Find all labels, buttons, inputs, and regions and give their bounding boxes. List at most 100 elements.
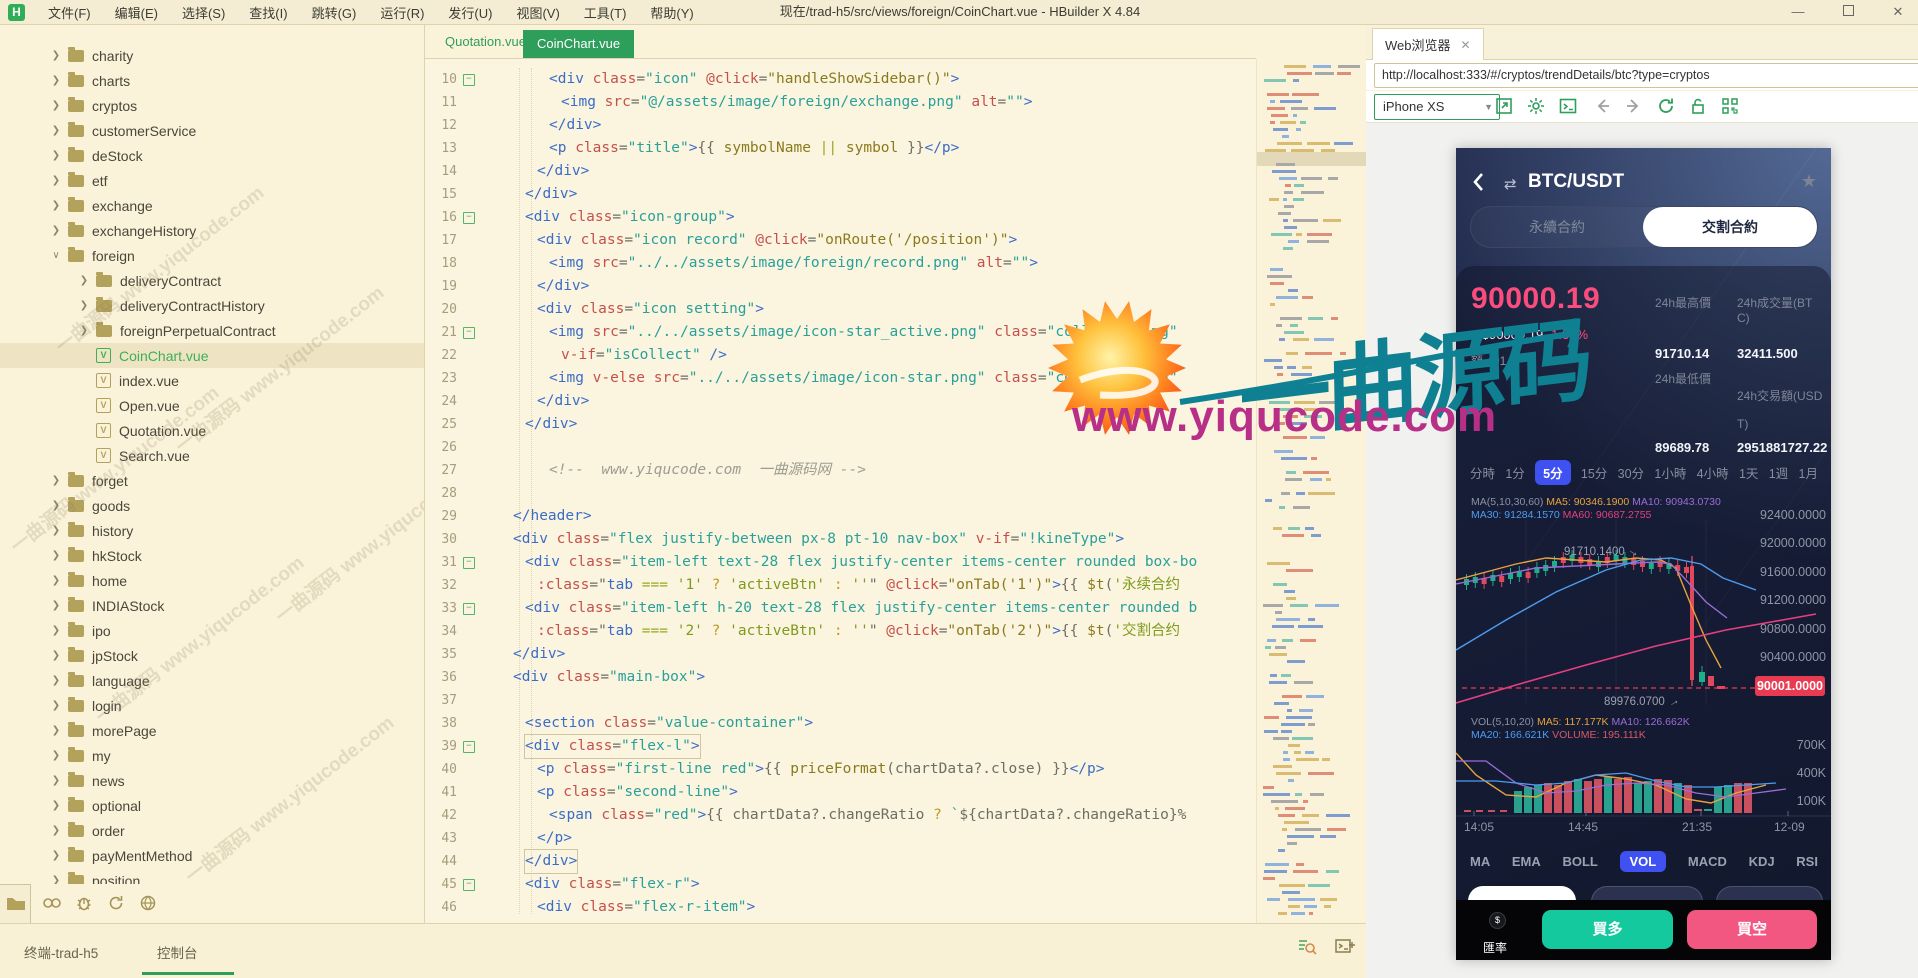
new-terminal-icon[interactable] — [1334, 936, 1356, 958]
search-icon[interactable] — [42, 893, 62, 913]
code-line-22[interactable]: 22 v-if="isCollect" /> — [425, 344, 1256, 367]
unlock-icon[interactable] — [1688, 96, 1708, 116]
tree-item-goods[interactable]: ❯ goods — [0, 493, 424, 518]
chevron-icon[interactable]: ❯ — [50, 175, 62, 187]
indicator-rsi[interactable]: RSI — [1796, 854, 1818, 869]
code-editor[interactable]: 10− <div class="icon" @click="handleShowS… — [425, 59, 1256, 923]
code-line-30[interactable]: 30 <div class="flex justify-between px-8 … — [425, 528, 1256, 551]
chevron-icon[interactable]: ❯ — [50, 700, 62, 712]
browser-tab-close-icon[interactable]: ✕ — [1461, 38, 1471, 52]
indicator-macd[interactable]: MACD — [1688, 854, 1727, 869]
timeframe-1分[interactable]: 1分 — [1505, 463, 1524, 482]
code-line-32[interactable]: 32:class="tab === '1' ? 'activeBtn' : ''… — [425, 574, 1256, 597]
refresh-icon[interactable] — [106, 893, 126, 913]
timeframe-30分[interactable]: 30分 — [1618, 463, 1644, 482]
chevron-icon[interactable]: ❯ — [78, 325, 90, 337]
chevron-icon[interactable]: ❯ — [50, 800, 62, 812]
code-line-20[interactable]: 20 <div class="icon setting"> — [425, 298, 1256, 321]
fold-marker-icon[interactable]: − — [463, 74, 475, 86]
tree-item-jpstock[interactable]: ❯ jpStock — [0, 643, 424, 668]
tree-item-language[interactable]: ❯ language — [0, 668, 424, 693]
tree-item-exchangehistory[interactable]: ❯ exchangeHistory — [0, 218, 424, 243]
code-line-25[interactable]: 25 </div> — [425, 413, 1256, 436]
indicator-vol[interactable]: VOL — [1619, 851, 1667, 872]
chevron-icon[interactable]: ❯ — [50, 825, 62, 837]
tree-item-my[interactable]: ❯ my — [0, 743, 424, 768]
tab-console[interactable]: 控制台 — [157, 942, 198, 962]
tree-item-exchange[interactable]: ❯ exchange — [0, 193, 424, 218]
open-external-icon[interactable] — [1494, 96, 1514, 116]
menu-item[interactable]: 运行(R) — [368, 3, 436, 22]
web-globe-icon[interactable] — [138, 893, 158, 913]
forward-icon[interactable] — [1624, 96, 1644, 116]
menu-item[interactable]: 工具(T) — [572, 3, 639, 22]
chevron-icon[interactable]: ❯ — [50, 600, 62, 612]
tree-item-ipo[interactable]: ❯ ipo — [0, 618, 424, 643]
minimap-viewport[interactable] — [1257, 152, 1367, 166]
tree-item-foreign[interactable]: ∨ foreign — [0, 243, 424, 268]
chevron-icon[interactable]: ❯ — [78, 275, 90, 287]
chevron-icon[interactable]: ❯ — [50, 100, 62, 112]
project-view-tab[interactable] — [0, 884, 31, 924]
tree-item-quotation-vue[interactable]: V Quotation.vue — [0, 418, 424, 443]
code-line-12[interactable]: 12 </div> — [425, 114, 1256, 137]
code-line-45[interactable]: 45− <div class="flex-r"> — [425, 873, 1256, 896]
browser-tab[interactable]: Web浏览器 ✕ — [1372, 28, 1484, 60]
code-line-16[interactable]: 16− <div class="icon-group"> — [425, 206, 1256, 229]
tree-item-cryptos[interactable]: ❯ cryptos — [0, 93, 424, 118]
code-line-41[interactable]: 41 <p class="second-line"> — [425, 781, 1256, 804]
url-input[interactable]: http://localhost:333/#/cryptos/trendDeta… — [1374, 63, 1918, 88]
chevron-icon[interactable]: ❯ — [50, 675, 62, 687]
fold-marker-icon[interactable]: − — [463, 212, 475, 224]
chevron-icon[interactable]: ❯ — [50, 525, 62, 537]
back-chevron-icon[interactable] — [1472, 172, 1484, 192]
tab-terminal[interactable]: 终端-trad-h5 — [24, 942, 98, 962]
menu-item[interactable]: 视图(V) — [504, 3, 571, 22]
menu-item[interactable]: 查找(I) — [237, 3, 299, 22]
tree-item-morepage[interactable]: ❯ morePage — [0, 718, 424, 743]
chevron-icon[interactable]: ∨ — [50, 250, 62, 262]
favorite-star-icon[interactable]: ★ — [1801, 171, 1817, 192]
fold-marker-icon[interactable]: − — [463, 879, 475, 891]
timeframe-4小時[interactable]: 4小時 — [1697, 463, 1729, 482]
tree-item-coinchart-vue[interactable]: V CoinChart.vue — [0, 343, 424, 368]
fold-marker-icon[interactable]: − — [463, 327, 475, 339]
debug-bug-icon[interactable] — [74, 893, 94, 913]
code-line-11[interactable]: 11 <img src="@/assets/image/foreign/excha… — [425, 91, 1256, 114]
chevron-icon[interactable]: ❯ — [50, 775, 62, 787]
tree-item-deliverycontracthistory[interactable]: ❯ deliveryContractHistory — [0, 293, 424, 318]
tree-item-foreignperpetualcontract[interactable]: ❯ foreignPerpetualContract — [0, 318, 424, 343]
code-line-19[interactable]: 19 </div> — [425, 275, 1256, 298]
tree-item-news[interactable]: ❯ news — [0, 768, 424, 793]
tree-item-optional[interactable]: ❯ optional — [0, 793, 424, 818]
tab-delivery-contract[interactable]: 交割合約 — [1643, 207, 1817, 247]
buy-short-button[interactable]: 買空 — [1687, 910, 1817, 949]
chevron-icon[interactable]: ❯ — [50, 225, 62, 237]
fold-marker-icon[interactable]: − — [463, 741, 475, 753]
timeframe-5分[interactable]: 5分 — [1535, 460, 1571, 485]
tree-item-search-vue[interactable]: V Search.vue — [0, 443, 424, 468]
indicator-ema[interactable]: EMA — [1512, 854, 1541, 869]
menu-item[interactable]: 发行(U) — [436, 3, 504, 22]
code-line-13[interactable]: 13 <p class="title">{{ symbolName || symb… — [425, 137, 1256, 160]
tree-item-position[interactable]: ❯ position — [0, 868, 424, 884]
code-line-29[interactable]: 29 </header> — [425, 505, 1256, 528]
chevron-icon[interactable]: ❯ — [50, 200, 62, 212]
terminal-icon[interactable] — [1558, 96, 1578, 116]
back-icon[interactable] — [1592, 96, 1612, 116]
code-line-42[interactable]: 42 <span class="red">{{ chartData?.change… — [425, 804, 1256, 827]
code-line-34[interactable]: 34:class="tab === '2' ? 'activeBtn' : ''… — [425, 620, 1256, 643]
swap-pair-icon[interactable]: ⇄ — [1504, 175, 1517, 193]
menu-item[interactable]: 编辑(E) — [103, 3, 170, 22]
timeframe-分時[interactable]: 分時 — [1470, 463, 1495, 482]
menu-item[interactable]: 选择(S) — [170, 3, 237, 22]
tree-item-customerservice[interactable]: ❯ customerService — [0, 118, 424, 143]
chevron-icon[interactable]: ❯ — [50, 50, 62, 62]
tree-item-charts[interactable]: ❯ charts — [0, 68, 424, 93]
code-line-46[interactable]: 46 <div class="flex-r-item"> — [425, 896, 1256, 919]
tree-item-deliverycontract[interactable]: ❯ deliveryContract — [0, 268, 424, 293]
chevron-icon[interactable]: ❯ — [50, 150, 62, 162]
fold-marker-icon[interactable]: − — [463, 557, 475, 569]
timeframe-15分[interactable]: 15分 — [1581, 463, 1607, 482]
timeframe-1月[interactable]: 1月 — [1799, 463, 1818, 482]
